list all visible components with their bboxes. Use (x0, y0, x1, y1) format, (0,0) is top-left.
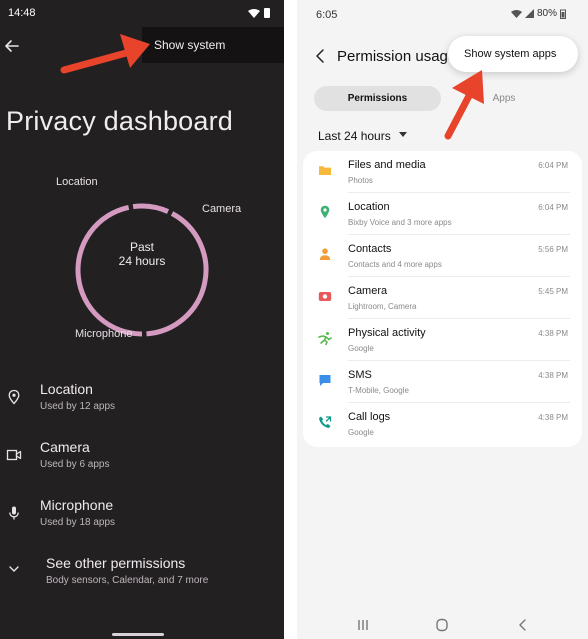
show-system-menu-item[interactable]: Show system (154, 38, 225, 52)
list-item-time: 6:04 PM (538, 161, 568, 170)
list-item-subtitle: Google (348, 344, 374, 353)
list-item-name: SMS (348, 369, 372, 381)
tab-label: Permissions (347, 93, 408, 104)
list-item[interactable]: Camera Lightroom, Camera 5:45 PM (303, 277, 582, 319)
back-arrow-icon[interactable] (2, 36, 22, 56)
back-chevron-icon[interactable] (313, 47, 327, 65)
page-title: Permission usage (337, 48, 457, 65)
ring-label-location: Location (56, 176, 98, 188)
list-item[interactable]: Files and media Photos 6:04 PM (303, 151, 582, 193)
list-item-name: Physical activity (348, 327, 426, 339)
chevron-down-icon (9, 566, 19, 572)
list-item-subtitle: T-Mobile, Google (348, 386, 409, 395)
signal-icon (524, 9, 534, 18)
permission-row-subtitle: Used by 12 apps (40, 401, 116, 412)
tab-label: Apps (492, 93, 516, 104)
status-icons: 80% (510, 8, 566, 19)
list-item[interactable]: Contacts Contacts and 4 more apps 5:56 P… (303, 235, 582, 277)
location-pin-icon (320, 205, 330, 219)
permission-row-subtitle: Used by 6 apps (40, 459, 110, 470)
list-item-subtitle: Photos (348, 176, 373, 185)
permission-usage-list: Files and media Photos 6:04 PM Location … (303, 151, 582, 447)
status-icons (248, 8, 270, 18)
permission-row-title: Microphone (40, 497, 114, 513)
ring-label-microphone: Microphone (75, 328, 133, 340)
status-bar: 6:05 80% (297, 0, 588, 28)
list-item-subtitle: Bixby Voice and 3 more apps (348, 218, 452, 227)
home-icon[interactable] (434, 618, 450, 632)
list-item[interactable]: SMS T-Mobile, Google 4:38 PM (303, 361, 582, 403)
battery-icon (264, 8, 270, 18)
folder-icon (319, 166, 331, 175)
show-system-apps-menu-item[interactable]: Show system apps (464, 48, 556, 60)
list-item-time: 4:38 PM (538, 413, 568, 422)
list-item-time: 6:04 PM (538, 203, 568, 212)
permission-row-title: Location (40, 381, 93, 397)
panel-divider (284, 0, 297, 639)
tab-apps[interactable]: Apps (483, 86, 525, 111)
list-item-time: 4:38 PM (538, 371, 568, 380)
ring-label-camera: Camera (202, 203, 242, 215)
time-range-label: Last 24 hours (318, 129, 391, 143)
right-phone-screen: 6:05 80% Permission usage Show system ap… (297, 0, 588, 639)
usage-ring-chart (75, 203, 209, 337)
status-time: 14:48 (8, 7, 36, 19)
wifi-icon (248, 9, 260, 18)
list-item-time: 5:45 PM (538, 287, 568, 296)
gesture-home-bar[interactable] (112, 633, 164, 636)
list-item[interactable]: Location Bixby Voice and 3 more apps 6:0… (303, 193, 582, 235)
permission-row-title: See other permissions (46, 555, 186, 571)
chat-bubble-icon (319, 375, 331, 386)
camera-icon (6, 449, 22, 461)
ring-center-label-line2: 24 hours (118, 254, 166, 268)
contacts-icon (319, 248, 331, 260)
ring-segment-microphone (75, 204, 143, 337)
list-item[interactable]: Call logs Google 4:38 PM (303, 403, 582, 445)
list-item-time: 5:56 PM (538, 245, 568, 254)
list-item-name: Files and media (348, 159, 426, 171)
ring-segment-location (132, 203, 170, 214)
list-item-subtitle: Google (348, 428, 374, 437)
status-time: 6:05 (316, 9, 338, 21)
see-other-permissions-row[interactable]: See other permissions Body sensors, Cale… (0, 555, 284, 603)
permission-row-subtitle: Body sensors, Calendar, and 7 more (46, 575, 209, 586)
overflow-menu: Show system (142, 27, 284, 63)
camera-icon (318, 292, 332, 301)
call-log-icon (319, 416, 332, 428)
running-person-icon (318, 332, 332, 345)
microphone-icon (9, 506, 19, 520)
ring-center-label-line1: Past (129, 240, 154, 254)
battery-icon (560, 9, 566, 19)
permission-row-title: Camera (40, 439, 90, 455)
list-item-name: Location (348, 201, 390, 213)
wifi-icon (510, 10, 522, 18)
permission-row-microphone[interactable]: Microphone Used by 18 apps (0, 497, 284, 545)
ring-segment-camera (146, 211, 209, 337)
page-title: Privacy dashboard (6, 106, 234, 136)
list-item-subtitle: Lightroom, Camera (348, 302, 417, 311)
permission-row-camera[interactable]: Camera Used by 6 apps (0, 439, 284, 487)
time-range-dropdown[interactable]: Last 24 hours (318, 127, 407, 143)
list-item-subtitle: Contacts and 4 more apps (348, 260, 442, 269)
list-item-name: Contacts (348, 243, 392, 255)
left-phone-screen: 14:48 Show system Privacy dashboard Loca… (0, 0, 284, 639)
status-bar: 14:48 (0, 0, 284, 28)
recent-apps-icon[interactable] (355, 618, 371, 632)
overflow-menu: Show system apps (448, 36, 578, 72)
list-item[interactable]: Physical activity Google 4:38 PM (303, 319, 582, 361)
list-item-name: Camera (348, 285, 388, 297)
permission-row-subtitle: Used by 18 apps (40, 517, 116, 528)
battery-percent: 80% (536, 8, 557, 19)
list-item-time: 4:38 PM (538, 329, 568, 338)
tab-permissions[interactable]: Permissions (314, 86, 441, 111)
permission-row-location[interactable]: Location Used by 12 apps (0, 381, 284, 429)
back-nav-icon[interactable] (515, 618, 531, 632)
location-pin-icon (8, 389, 20, 405)
navigation-bar (297, 608, 588, 639)
dropdown-caret-icon (398, 132, 407, 138)
list-item-name: Call logs (348, 411, 391, 423)
